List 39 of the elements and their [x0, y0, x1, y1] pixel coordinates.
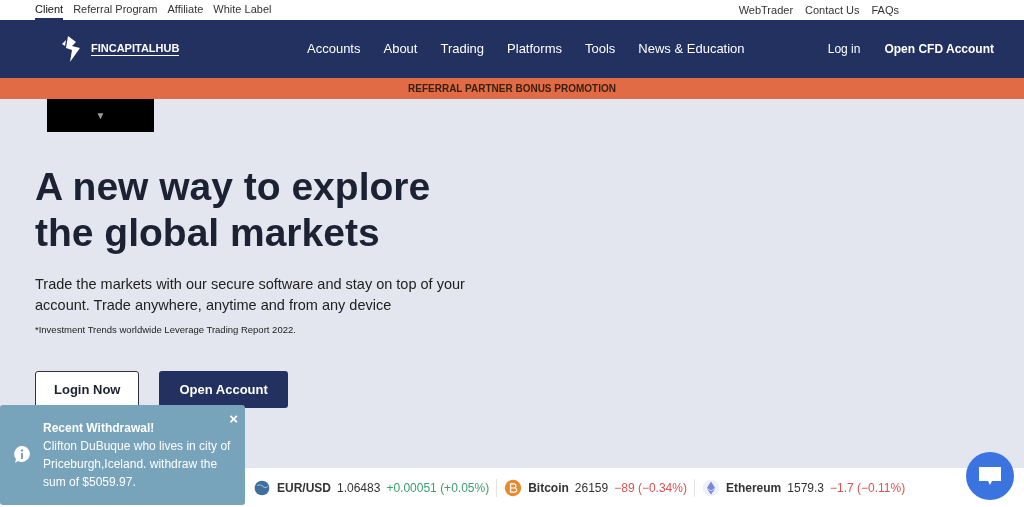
chat-button[interactable]	[966, 452, 1014, 500]
top-link[interactable]: Contact Us	[805, 1, 860, 19]
price: 1.06483	[337, 479, 381, 497]
hero-title: A new way to explore the global markets	[35, 164, 432, 256]
instrument-name: Ethereum	[725, 479, 782, 497]
chat-icon	[978, 465, 1002, 487]
globe-icon	[253, 478, 271, 497]
logo-text: FINCAPITALHUB	[91, 42, 180, 56]
price-change: −89 (−0.34%)	[614, 479, 687, 497]
nav-link[interactable]: Platforms	[507, 39, 562, 59]
nav-link[interactable]: Accounts	[307, 39, 361, 59]
price: 1579.3	[787, 479, 824, 497]
top-link[interactable]: Affiliate	[167, 0, 204, 20]
caret-icon: ▼	[95, 108, 106, 123]
top-link[interactable]: Referral Program	[73, 0, 158, 20]
notification-text: Clifton DuBuque who lives in city of Priceburgh,Iceland. withdraw the sum of $5059.97.	[43, 438, 232, 491]
price: 26159	[574, 479, 609, 497]
nav-link[interactable]: Tools	[585, 39, 616, 59]
top-link[interactable]: WebTrader	[738, 1, 794, 19]
ethereum-icon	[701, 478, 720, 497]
dropdown[interactable]: ▼	[47, 99, 154, 132]
info-icon	[14, 446, 30, 464]
nav-link[interactable]: News & Education	[638, 39, 745, 59]
instrument-name: EUR/USD	[277, 479, 331, 497]
price-change: +0.00051 (+0.05%)	[386, 479, 490, 497]
open-account-link[interactable]: Open CFD Account	[884, 40, 994, 58]
top-link[interactable]: FAQs	[871, 1, 899, 19]
open-account-button[interactable]: Open Account	[159, 371, 288, 409]
instrument-name: Bitcoin	[528, 479, 569, 497]
promotion-banner[interactable]: REFERRAL PARTNER BONUS PROMOTION	[0, 78, 1024, 99]
footnote: *Investment Trends worldwide Leverage Trading Report 2022.	[35, 323, 297, 337]
top-link[interactable]: White Label	[213, 0, 272, 20]
hero-text: Trade the markets with our secure software and stay on top of your account. Trade anywhere, anytime and from any device	[35, 275, 466, 315]
login-link[interactable]: Log in	[827, 40, 861, 58]
nav-link[interactable]: Trading	[440, 39, 485, 59]
bitcoin-icon	[504, 478, 523, 497]
nav-link[interactable]: About	[383, 39, 418, 59]
price-change: −1.7 (−0.11%)	[830, 479, 906, 497]
notification-title: Recent Withdrawal!	[43, 420, 156, 437]
